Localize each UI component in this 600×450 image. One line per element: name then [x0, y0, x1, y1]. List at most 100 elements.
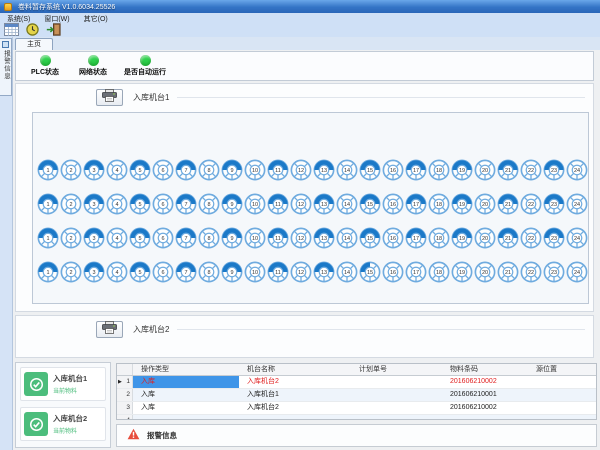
slot-r3-9[interactable]: 9 [221, 227, 243, 249]
slot-r2-19[interactable]: 19 [451, 193, 473, 215]
machine-card-2[interactable]: 入库机台2当前物料 [20, 407, 106, 441]
slot-r2-7[interactable]: 7 [175, 193, 197, 215]
column-header-4[interactable]: 源位置 [528, 364, 596, 375]
slot-r3-21[interactable]: 21 [497, 227, 519, 249]
slot-r3-12[interactable]: 12 [290, 227, 312, 249]
slot-r3-17[interactable]: 17 [405, 227, 427, 249]
slot-r1-16[interactable]: 16 [382, 159, 404, 181]
slot-r2-8[interactable]: 8 [198, 193, 220, 215]
slot-r1-15[interactable]: 15 [359, 159, 381, 181]
slot-r4-19[interactable]: 19 [451, 261, 473, 283]
menu-item-2[interactable]: 其它(O) [77, 14, 115, 24]
slot-r3-6[interactable]: 6 [152, 227, 174, 249]
slot-r3-23[interactable]: 23 [543, 227, 565, 249]
slot-r4-5[interactable]: 5 [129, 261, 151, 283]
slot-r2-2[interactable]: 2 [60, 193, 82, 215]
slot-r3-13[interactable]: 13 [313, 227, 335, 249]
slot-r4-10[interactable]: 10 [244, 261, 266, 283]
tab-home[interactable]: 主页 [15, 38, 53, 50]
slot-r2-18[interactable]: 18 [428, 193, 450, 215]
column-header-1[interactable]: 机台名称 [239, 364, 351, 375]
table-cell[interactable]: 入库 [133, 389, 239, 401]
table-cell[interactable] [528, 402, 596, 414]
slot-r4-3[interactable]: 3 [83, 261, 105, 283]
slot-r4-11[interactable]: 11 [267, 261, 289, 283]
slot-r1-21[interactable]: 21 [497, 159, 519, 181]
slot-r1-2[interactable]: 2 [60, 159, 82, 181]
slot-r2-23[interactable]: 23 [543, 193, 565, 215]
slot-r4-21[interactable]: 21 [497, 261, 519, 283]
table-cell[interactable] [528, 389, 596, 401]
slot-r2-14[interactable]: 14 [336, 193, 358, 215]
table-cell[interactable]: 入库 [133, 376, 239, 388]
table-row-3[interactable]: 3入库入库机台2201606210002 [117, 402, 596, 415]
slot-r3-11[interactable]: 11 [267, 227, 289, 249]
table-cell[interactable] [351, 389, 442, 401]
slot-r1-12[interactable]: 12 [290, 159, 312, 181]
slot-r4-1[interactable]: 1 [37, 261, 59, 283]
slot-r3-22[interactable]: 22 [520, 227, 542, 249]
slot-r3-7[interactable]: 7 [175, 227, 197, 249]
clock-button[interactable] [23, 24, 42, 38]
slot-r1-11[interactable]: 11 [267, 159, 289, 181]
slot-r3-19[interactable]: 19 [451, 227, 473, 249]
exit-button[interactable] [44, 24, 63, 38]
slot-r3-18[interactable]: 18 [428, 227, 450, 249]
slot-r4-2[interactable]: 2 [60, 261, 82, 283]
slot-r1-22[interactable]: 22 [520, 159, 542, 181]
side-panel-tab[interactable]: 报警信息 [0, 38, 12, 96]
slot-r3-24[interactable]: 24 [566, 227, 588, 249]
slot-r2-22[interactable]: 22 [520, 193, 542, 215]
slot-r1-1[interactable]: 1 [37, 159, 59, 181]
slot-r3-4[interactable]: 4 [106, 227, 128, 249]
slot-r3-10[interactable]: 10 [244, 227, 266, 249]
slot-r4-20[interactable]: 20 [474, 261, 496, 283]
slot-r4-22[interactable]: 22 [520, 261, 542, 283]
column-header-3[interactable]: 物料条码 [442, 364, 528, 375]
slot-r1-5[interactable]: 5 [129, 159, 151, 181]
slot-r1-7[interactable]: 7 [175, 159, 197, 181]
table-row-4[interactable]: 4 [117, 415, 596, 420]
slot-r1-9[interactable]: 9 [221, 159, 243, 181]
slot-r2-10[interactable]: 10 [244, 193, 266, 215]
table-cell[interactable]: 入库机台2 [239, 376, 351, 388]
slot-r4-16[interactable]: 16 [382, 261, 404, 283]
slot-r4-24[interactable]: 24 [566, 261, 588, 283]
slot-r4-12[interactable]: 12 [290, 261, 312, 283]
slot-r3-8[interactable]: 8 [198, 227, 220, 249]
column-header-0[interactable]: 操作类型 [133, 364, 239, 375]
calendar-button[interactable] [2, 24, 21, 38]
slot-r2-5[interactable]: 5 [129, 193, 151, 215]
table-cell[interactable] [351, 376, 442, 388]
slot-r4-15[interactable]: 15 [359, 261, 381, 283]
slot-r1-8[interactable]: 8 [198, 159, 220, 181]
table-cell[interactable]: 入库机台2 [239, 402, 351, 414]
slot-r4-6[interactable]: 6 [152, 261, 174, 283]
slot-r1-3[interactable]: 3 [83, 159, 105, 181]
table-cell[interactable]: 201606210001 [442, 389, 528, 401]
slot-r2-6[interactable]: 6 [152, 193, 174, 215]
slot-r2-15[interactable]: 15 [359, 193, 381, 215]
slot-r3-14[interactable]: 14 [336, 227, 358, 249]
table-cell[interactable] [239, 415, 351, 420]
print-button-machine2[interactable] [96, 321, 123, 338]
table-cell[interactable] [351, 402, 442, 414]
slot-r3-3[interactable]: 3 [83, 227, 105, 249]
slot-r4-14[interactable]: 14 [336, 261, 358, 283]
table-cell[interactable] [528, 376, 596, 388]
table-cell[interactable] [528, 415, 596, 420]
slot-r2-11[interactable]: 11 [267, 193, 289, 215]
slot-r1-24[interactable]: 24 [566, 159, 588, 181]
slot-r1-17[interactable]: 17 [405, 159, 427, 181]
slot-r1-18[interactable]: 18 [428, 159, 450, 181]
slot-r2-4[interactable]: 4 [106, 193, 128, 215]
slot-r2-16[interactable]: 16 [382, 193, 404, 215]
slot-r1-19[interactable]: 19 [451, 159, 473, 181]
slot-r1-10[interactable]: 10 [244, 159, 266, 181]
slot-r3-2[interactable]: 2 [60, 227, 82, 249]
machine-card-1[interactable]: 入库机台1当前物料 [20, 367, 106, 401]
slot-r2-17[interactable]: 17 [405, 193, 427, 215]
menu-item-1[interactable]: 窗口(W) [37, 14, 76, 24]
table-cell[interactable]: 入库 [133, 402, 239, 414]
slot-r3-20[interactable]: 20 [474, 227, 496, 249]
